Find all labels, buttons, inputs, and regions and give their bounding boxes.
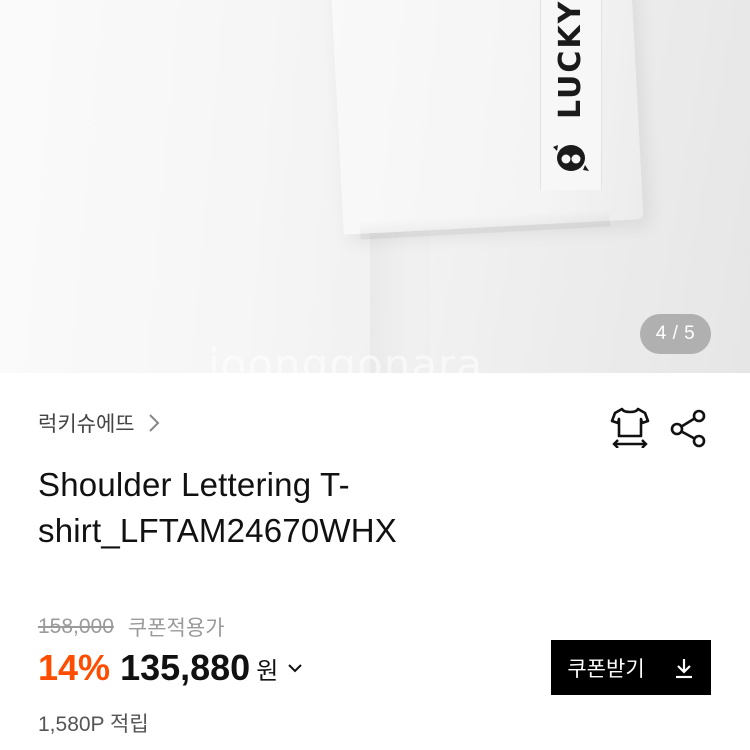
- brand-name: 럭키슈에뜨: [38, 413, 135, 436]
- sleeve-lettering: LUCKY: [553, 0, 588, 119]
- get-coupon-button[interactable]: 쿠폰받기: [551, 640, 711, 695]
- sale-price-row[interactable]: 14% 135,880 원: [38, 644, 304, 692]
- image-counter: 4 / 5: [640, 314, 711, 354]
- original-price: 158,000: [38, 615, 114, 638]
- brand-logo-icon: [553, 145, 589, 171]
- reward-points: 1,580P 적립: [38, 713, 149, 736]
- brand-link[interactable]: 럭키슈에뜨: [38, 408, 163, 438]
- download-icon: [675, 658, 692, 678]
- coupon-button-label: 쿠폰받기: [567, 657, 645, 681]
- original-price-row: 158,000 쿠폰적용가: [38, 612, 225, 642]
- tshirt-size-icon[interactable]: [610, 406, 650, 448]
- product-image[interactable]: LUCKY joonggonara 4 / 5: [0, 0, 750, 373]
- discount-rate: 14%: [38, 647, 111, 688]
- sale-price: 135,880: [120, 647, 251, 688]
- currency-unit: 원: [256, 657, 279, 685]
- coupon-price-label: 쿠폰적용가: [127, 617, 225, 640]
- chevron-right-icon: [148, 414, 160, 432]
- chevron-down-icon[interactable]: [286, 661, 304, 675]
- watermark: joonggonara: [208, 340, 484, 373]
- product-title: Shoulder Lettering T-shirt_LFTAM24670WHX: [38, 466, 397, 549]
- share-icon[interactable]: [668, 408, 708, 448]
